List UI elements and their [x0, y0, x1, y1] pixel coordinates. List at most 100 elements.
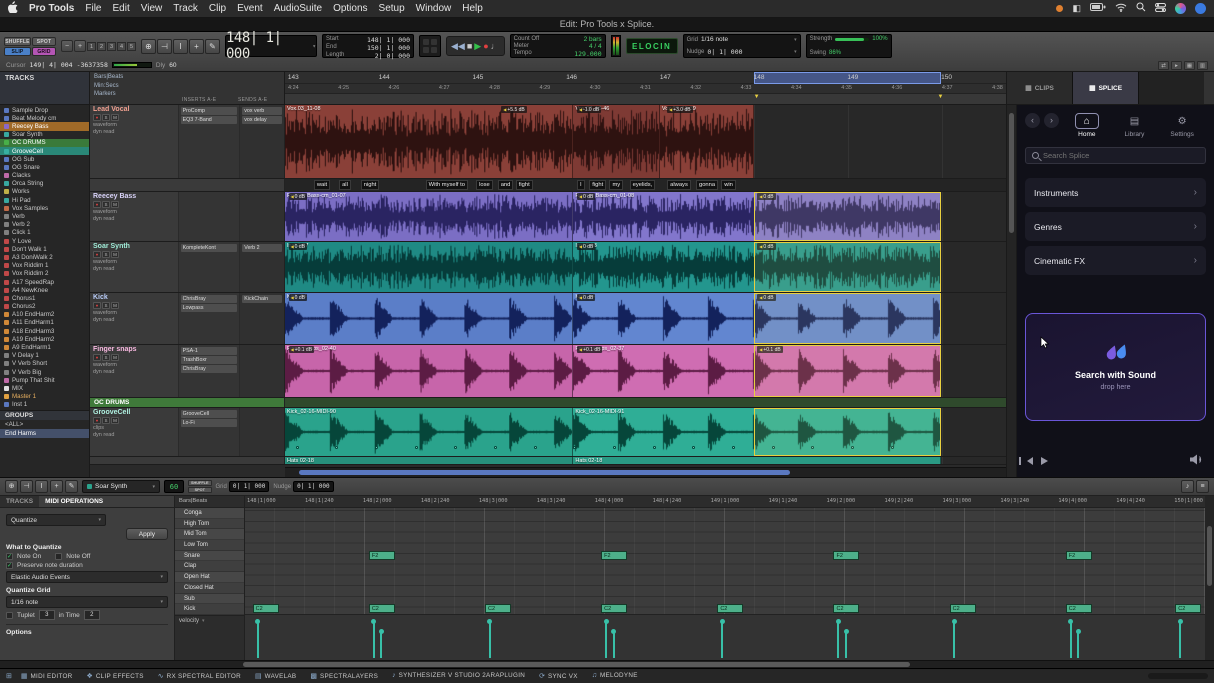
- sidebar-track-item[interactable]: Verb 2: [0, 221, 89, 229]
- tuplet-a-field[interactable]: 3: [39, 610, 55, 620]
- mute-button[interactable]: M: [111, 302, 119, 309]
- sidebar-track-item[interactable]: A9 EndHarm1: [0, 343, 89, 351]
- automation-breakpoint[interactable]: [573, 446, 576, 449]
- grabber-tool-button[interactable]: +: [50, 480, 63, 493]
- midi-note[interactable]: F2: [1066, 551, 1092, 560]
- sidebar-track-item[interactable]: A17 SpeedRap: [0, 278, 89, 286]
- metronome-button[interactable]: ♩: [491, 39, 500, 53]
- zoom-preset-button[interactable]: 5: [127, 42, 136, 51]
- insert-slot[interactable]: TrashBoxr: [181, 356, 238, 364]
- midi-edit-mode-button[interactable]: SPOT: [188, 487, 212, 493]
- display-icon[interactable]: ◧: [1072, 3, 1081, 14]
- track-view-selector[interactable]: waveform: [93, 122, 175, 129]
- zoom-out-button[interactable]: −: [61, 40, 73, 52]
- sidebar-track-item[interactable]: Y Love: [0, 237, 89, 245]
- operation-selector[interactable]: Quantize▾: [6, 514, 106, 526]
- scrollbar-thumb[interactable]: [299, 470, 789, 475]
- splice-category-row[interactable]: Genres ›: [1025, 212, 1206, 241]
- sidebar-track-item[interactable]: GrooveCell: [0, 147, 89, 155]
- link-timeline-icon[interactable]: ⇄: [1158, 61, 1169, 70]
- automation-breakpoint[interactable]: [494, 446, 497, 449]
- window-tab[interactable]: ▤ WAVELAB: [248, 672, 303, 680]
- grid-value[interactable]: 0| 1| 000: [229, 481, 270, 492]
- sidebar-track-item[interactable]: Chorus1: [0, 294, 89, 302]
- track-name[interactable]: Soar Synth: [93, 243, 175, 250]
- menu-item[interactable]: Edit: [113, 3, 130, 14]
- preserve-duration-checkbox[interactable]: ✓: [6, 562, 13, 569]
- velocity-dot[interactable]: [1076, 629, 1081, 634]
- lyric-marker[interactable]: and: [498, 180, 514, 190]
- midi-vertical-scrollbar[interactable]: [1205, 496, 1214, 660]
- velocity-dot[interactable]: [720, 619, 725, 624]
- quantize-grid-selector[interactable]: 1/16 note▾: [6, 596, 168, 608]
- tuplet-b-field[interactable]: 2: [84, 610, 100, 620]
- automation-breakpoint[interactable]: [454, 446, 457, 449]
- solo-button[interactable]: S: [102, 417, 110, 424]
- track-playlist[interactable]: Kick_02-16-MIDI-90 Kick_02-16-MIDI-91: [285, 408, 1006, 456]
- sidebar-track-item[interactable]: Hi Pad: [0, 196, 89, 204]
- velocity-dot[interactable]: [952, 619, 957, 624]
- insert-slot[interactable]: EQ3 7-Band: [181, 116, 238, 124]
- drum-lane-name[interactable]: Sub: [175, 594, 244, 605]
- lyric-marker[interactable]: night: [361, 180, 380, 190]
- window-tab[interactable]: ▦ MIDI EDITOR: [14, 672, 80, 680]
- send-slot[interactable]: vox delay: [242, 116, 282, 124]
- menu-item[interactable]: Help: [462, 3, 483, 14]
- lyric-marker[interactable]: gonna: [696, 180, 718, 190]
- lyric-marker[interactable]: fight: [589, 180, 606, 190]
- insert-slot[interactable]: PSA-1: [181, 347, 238, 355]
- audio-clip[interactable]: Hats 02-18: [285, 457, 573, 464]
- sidebar-track-item[interactable]: A3 DoniWalk 2: [0, 253, 89, 261]
- menu-item[interactable]: Track: [173, 3, 198, 14]
- track-header[interactable]: GrooveCell ● S M clips dyn read GrooveCe…: [90, 408, 285, 456]
- sidebar-track-item[interactable]: Click 1: [0, 229, 89, 237]
- sidebar-track-item[interactable]: MIX: [0, 384, 89, 392]
- velocity-stem[interactable]: [721, 622, 723, 658]
- search-input[interactable]: [1043, 151, 1199, 160]
- sidebar-track-item[interactable]: OG Snare: [0, 163, 89, 171]
- insert-slot[interactable]: Lowpass: [181, 304, 238, 312]
- notation-view-icon[interactable]: ♪: [1181, 480, 1194, 493]
- track-name[interactable]: Kick: [93, 294, 175, 301]
- automation-mode-selector[interactable]: dyn read: [93, 216, 175, 223]
- window-tab[interactable]: ♫ MELODYNE: [585, 672, 645, 679]
- track-playlist[interactable]: Finger snaps_02-40 Finger snaps_02-37 ◀+…: [285, 345, 1006, 397]
- trim-tool-button[interactable]: ⊣: [20, 480, 33, 493]
- automation-breakpoint[interactable]: [653, 446, 656, 449]
- window-tab[interactable]: ∿ RX SPECTRAL EDITOR: [151, 672, 248, 680]
- edit-selection-overlay[interactable]: [754, 242, 941, 292]
- edit-selection-overlay[interactable]: [754, 192, 941, 241]
- sidebar-track-item[interactable]: Sample Drop: [0, 106, 89, 114]
- automation-breakpoint[interactable]: [613, 446, 616, 449]
- lyric-marker[interactable]: I: [577, 180, 585, 190]
- scrollbar-thumb[interactable]: [1009, 113, 1014, 233]
- sidebar-track-item[interactable]: Master 1: [0, 393, 89, 401]
- apply-button[interactable]: Apply: [126, 528, 168, 540]
- drum-lane-name[interactable]: Closed Hat: [175, 583, 244, 594]
- sidebar-track-item[interactable]: Don't Walk 1: [0, 245, 89, 253]
- solo-button[interactable]: S: [102, 251, 110, 258]
- insert-slot[interactable]: ChrisBray: [181, 295, 238, 303]
- wifi-icon[interactable]: [1115, 3, 1127, 15]
- sidebar-track-item[interactable]: A18 EndHarm3: [0, 327, 89, 335]
- forward-button[interactable]: ›: [1044, 113, 1059, 128]
- solo-button[interactable]: S: [102, 354, 110, 361]
- lyric-marker[interactable]: all: [339, 180, 351, 190]
- velocity-dot[interactable]: [1178, 619, 1183, 624]
- menu-item[interactable]: Clip: [209, 3, 226, 14]
- send-slot[interactable]: vox verb: [242, 107, 282, 115]
- pencil-tool-button[interactable]: ✎: [205, 39, 220, 54]
- edit-selection-overlay[interactable]: [754, 345, 941, 397]
- menu-item[interactable]: Options: [333, 3, 367, 14]
- velocity-dot[interactable]: [844, 629, 849, 634]
- lyrics-lane-body[interactable]: waitallnightWith myself toloseandfightIf…: [285, 179, 1006, 191]
- folder-track-name[interactable]: OC DRUMS: [90, 398, 285, 407]
- mode-spot-button[interactable]: SPOT: [32, 37, 56, 46]
- sidebar-track-item[interactable]: Vox Riddim 2: [0, 270, 89, 278]
- transport-values[interactable]: Count Off2 bars Meter4 / 4 Tempo129.000: [510, 34, 606, 58]
- sidebar-track-item[interactable]: A10 EndHarm2: [0, 311, 89, 319]
- sidebar-track-item[interactable]: Chorus2: [0, 303, 89, 311]
- record-enable-button[interactable]: ●: [93, 354, 101, 361]
- drum-lane-name[interactable]: Low Tom: [175, 540, 244, 551]
- ruler-name[interactable]: Bars|Beats: [94, 73, 280, 82]
